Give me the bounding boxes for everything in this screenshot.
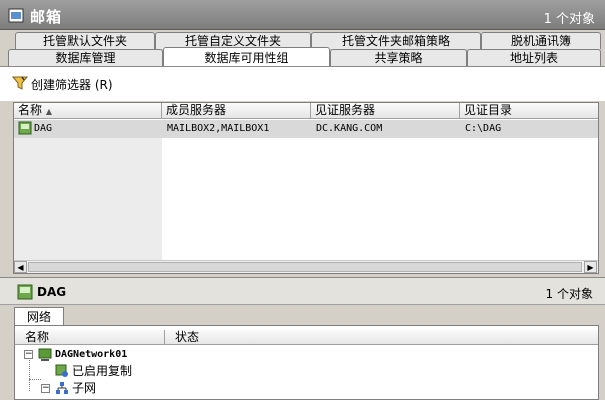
tree-item-replication[interactable]: 已启用复制 [72,363,132,379]
table-header: 名称 ▲ 成员服务器 见证服务器 见证目录 [14,103,598,119]
scroll-thumb[interactable] [28,262,582,272]
network-icon [38,348,52,361]
column-header-witness-server[interactable]: 见证服务器 [311,103,460,119]
collapse-button[interactable]: − [24,350,33,359]
sort-asc-icon: ▲ [45,107,52,116]
collapse-subnet-button[interactable]: − [41,384,50,393]
column-header-status[interactable]: 状态 [165,330,598,345]
tab-network[interactable]: 网络 [14,307,64,326]
scroll-left-button[interactable]: ◀ [14,261,27,273]
toolbar: 创建筛选器 (R) [0,67,605,101]
replication-icon [55,364,68,377]
cell-witness-server: DC.KANG.COM [316,123,383,134]
window-title: 邮箱 [30,8,63,26]
filter-icon [12,76,28,90]
tab-offline-address-book[interactable]: 脱机通讯簿 [481,32,601,49]
detail-count: 1 个对象 [545,287,593,301]
create-filter-button[interactable]: 创建筛选器 (R) [31,76,113,93]
mailbox-icon [8,8,24,23]
cell-name: DAG [34,123,53,134]
tree-item-subnet[interactable]: 子网 [72,380,96,396]
network-tree: 名称 状态 − DAGNetwork01 已启用复制 − 子网 [14,325,599,400]
dag-list: 名称 ▲ 成员服务器 见证服务器 见证目录 DAG MAILBOX2,MAILB… [13,102,599,274]
column-header-members[interactable]: 成员服务器 [162,103,311,119]
detail-title: DAG [37,285,67,299]
subnet-icon [56,382,68,394]
dag-icon [17,284,33,300]
horizontal-scrollbar[interactable]: ◀ ▶ [14,260,598,273]
tree-item-network[interactable]: DAGNetwork01 [55,347,127,363]
scroll-right-button[interactable]: ▶ [584,261,597,273]
detail-pane: DAG 1 个对象 网络 名称 状态 − DAGNetwork01 已启用复制 … [0,277,605,400]
table-row-selected[interactable] [14,120,598,138]
tab-database-management[interactable]: 数据库管理 [8,49,163,66]
tab-database-availability-group[interactable]: 数据库可用性组 [163,47,330,67]
tab-address-lists[interactable]: 地址列表 [467,49,601,66]
detail-titlebar: DAG 1 个对象 [0,277,605,305]
tab-managed-folder-policy[interactable]: 托管文件夹邮箱策略 [311,32,481,49]
object-count: 1 个对象 [543,12,595,27]
tree-header: 名称 状态 [15,330,598,345]
tab-sharing-policy[interactable]: 共享策略 [330,49,467,66]
name-column-shade [14,120,162,266]
cell-members: MAILBOX2,MAILBOX1 [167,123,270,134]
dag-icon [18,121,32,135]
cell-witness-dir: C:\DAG [465,123,502,134]
window-titlebar: 邮箱 1 个对象 [0,0,605,30]
column-header-name[interactable]: 名称 [15,330,165,345]
tab-managed-default-folders[interactable]: 托管默认文件夹 [15,32,155,49]
column-header-name[interactable]: 名称 ▲ [14,103,162,119]
column-header-witness-dir[interactable]: 见证目录 [460,103,598,119]
